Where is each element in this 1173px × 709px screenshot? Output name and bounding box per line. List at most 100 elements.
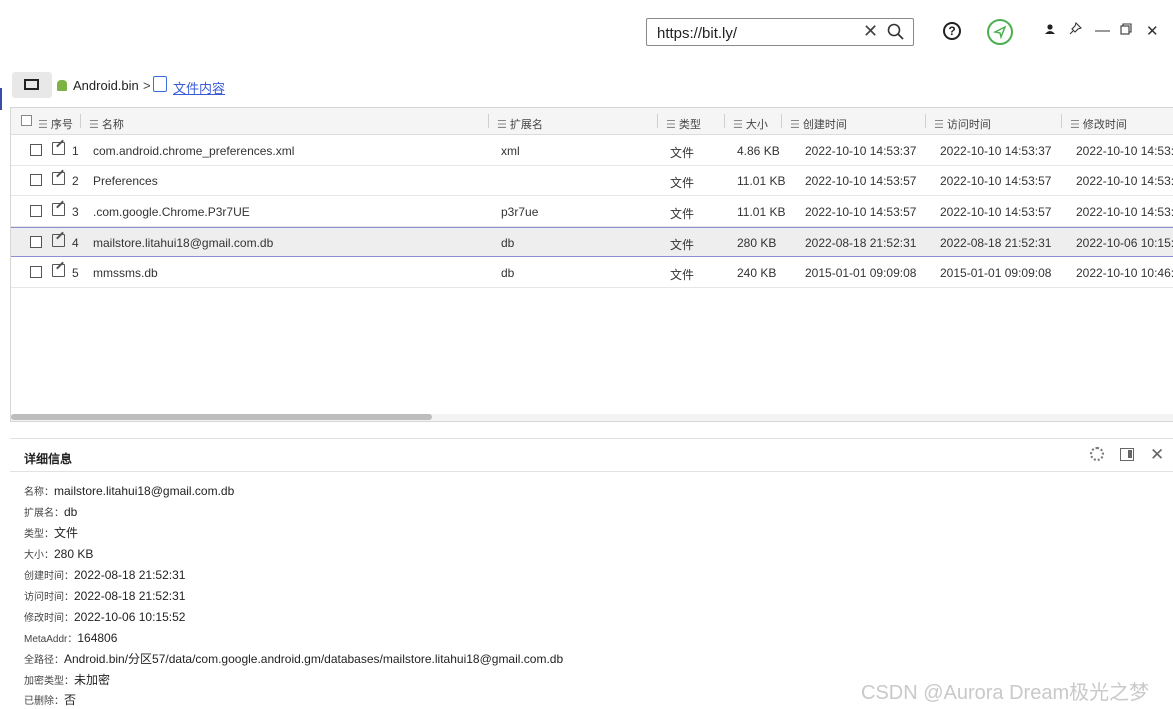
help-icon[interactable]: ? (943, 22, 961, 40)
top-bar: ✕ ? — ✕ (0, 0, 1173, 66)
cell-size: 4.86 KB (737, 144, 780, 158)
row-checkbox[interactable] (30, 144, 42, 156)
navigate-icon[interactable] (987, 19, 1013, 45)
cell-modified: 2022-10-10 14:53:5 (1076, 205, 1173, 219)
detail-value: 未加密 (74, 673, 111, 687)
column-separator[interactable] (488, 114, 489, 128)
watermark: CSDN @Aurora Dream极光之梦 (861, 682, 1150, 704)
column-header-created[interactable]: ☰ 创建时间 (790, 116, 847, 132)
cell-modified: 2022-10-10 10:46:4 (1076, 266, 1173, 280)
detail-label: 创建时间： (24, 571, 74, 582)
close-icon[interactable]: ✕ (1150, 445, 1164, 465)
column-header-modified[interactable]: ☰ 修改时间 (1070, 116, 1127, 132)
cell-type: 文件 (670, 268, 695, 282)
detail-label: 扩展名： (24, 508, 64, 519)
row-checkbox[interactable] (30, 236, 42, 248)
open-external-icon[interactable] (52, 264, 65, 277)
cell-accessed: 2022-08-18 21:52:31 (940, 236, 1052, 250)
cell-index: 2 (72, 174, 79, 188)
row-checkbox[interactable] (30, 205, 42, 217)
open-external-icon[interactable] (52, 142, 65, 155)
detail-value: 2022-08-18 21:52:31 (74, 589, 186, 603)
table-row[interactable]: 4 mailstore.litahui18@gmail.com.db db 文件… (11, 227, 1173, 257)
column-header-accessed[interactable]: ☰ 访问时间 (934, 116, 991, 132)
close-icon[interactable]: ✕ (1146, 22, 1159, 40)
column-separator[interactable] (80, 114, 81, 128)
table-row[interactable]: 1 com.android.chrome_preferences.xml xml… (11, 136, 1173, 166)
column-separator[interactable] (925, 114, 926, 128)
breadcrumb-separator: > (143, 78, 151, 93)
detail-value: Android.bin/分区57/data/com.google.android… (64, 652, 564, 666)
detail-row-accessed: 访问时间：2022-08-18 21:52:31 (24, 587, 185, 605)
cell-modified: 2022-10-10 14:53:5 (1076, 174, 1173, 188)
url-input[interactable] (655, 22, 859, 44)
restore-icon[interactable] (1120, 22, 1132, 39)
folder-icon (24, 79, 39, 90)
minimize-icon[interactable]: — (1095, 22, 1110, 39)
detail-value: 2022-10-06 10:15:52 (74, 610, 186, 624)
detail-label: MetaAddr： (24, 634, 78, 645)
cell-index: 3 (72, 205, 79, 219)
row-checkbox[interactable] (30, 174, 42, 186)
cell-index: 4 (72, 236, 79, 250)
cell-created: 2022-08-18 21:52:31 (805, 236, 917, 250)
detail-label: 已删除： (24, 696, 64, 707)
cell-index: 5 (72, 266, 79, 280)
detail-label: 加密类型： (24, 676, 74, 687)
detail-value: 否 (64, 693, 77, 707)
detail-value: 164806 (77, 631, 118, 645)
column-separator[interactable] (657, 114, 658, 128)
column-separator[interactable] (724, 114, 725, 128)
url-box[interactable]: ✕ (646, 18, 914, 46)
table-row[interactable]: 2 Preferences 文件 11.01 KB 2022-10-10 14:… (11, 166, 1173, 196)
breadcrumb-item-file-content[interactable]: 文件内容 (173, 78, 225, 97)
clear-icon[interactable]: ✕ (863, 21, 878, 42)
column-header-ext[interactable]: ☰ 扩展名 (497, 116, 543, 132)
detail-value: 2022-08-18 21:52:31 (74, 568, 186, 582)
open-external-icon[interactable] (52, 172, 65, 185)
column-header-size[interactable]: ☰ 大小 (733, 116, 768, 132)
cell-created: 2022-10-10 14:53:57 (805, 205, 917, 219)
column-header-type[interactable]: ☰ 类型 (666, 116, 701, 132)
cell-accessed: 2015-01-01 09:09:08 (940, 266, 1052, 280)
folder-button[interactable] (12, 72, 52, 98)
open-external-icon[interactable] (52, 203, 65, 216)
detail-label: 大小： (24, 550, 54, 561)
cell-name: Preferences (93, 174, 158, 188)
column-header-name[interactable]: ☰ 名称 (89, 116, 124, 132)
detail-row-name: 名称：mailstore.litahui18@gmail.com.db (24, 482, 234, 500)
cell-index: 1 (72, 144, 79, 158)
cell-name: com.android.chrome_preferences.xml (93, 144, 295, 158)
user-icon[interactable] (1044, 22, 1056, 39)
detail-row-size: 大小：280 KB (24, 545, 93, 563)
detail-value: 文件 (54, 526, 79, 540)
column-separator[interactable] (781, 114, 782, 128)
row-checkbox[interactable] (30, 266, 42, 278)
cell-modified: 2022-10-10 14:53:3 (1076, 144, 1173, 158)
detail-row-type: 类型：文件 (24, 524, 78, 542)
cell-accessed: 2022-10-10 14:53:57 (940, 205, 1052, 219)
table-row[interactable]: 5 mmssms.db db 文件 240 KB 2015-01-01 09:0… (11, 258, 1173, 288)
column-separator[interactable] (1061, 114, 1062, 128)
scrollbar-thumb[interactable] (11, 414, 432, 420)
gear-icon[interactable] (1090, 447, 1104, 461)
pin-icon[interactable] (1069, 21, 1083, 39)
breadcrumb: Android.bin > 文件内容 (10, 72, 1170, 100)
detail-value: mailstore.litahui18@gmail.com.db (54, 484, 235, 498)
cell-created: 2015-01-01 09:09:08 (805, 266, 917, 280)
cell-size: 11.01 KB (737, 174, 786, 188)
breadcrumb-item-android-bin[interactable]: Android.bin (73, 78, 139, 93)
detail-row-modified: 修改时间：2022-10-06 10:15:52 (24, 608, 185, 626)
table-row[interactable]: 3 .com.google.Chrome.P3r7UE p3r7ue 文件 11… (11, 197, 1173, 227)
detail-row-encryption: 加密类型：未加密 (24, 671, 110, 689)
search-icon[interactable] (887, 23, 904, 45)
select-all-checkbox[interactable] (21, 115, 32, 126)
cell-ext: db (501, 236, 515, 250)
column-header-index[interactable]: ☰ 序号 (38, 116, 73, 132)
cell-type: 文件 (670, 176, 695, 190)
cell-type: 文件 (670, 238, 695, 252)
open-external-icon[interactable] (52, 234, 65, 247)
cell-type: 文件 (670, 146, 695, 160)
android-icon (57, 80, 67, 91)
panel-toggle-icon[interactable] (1120, 448, 1134, 461)
